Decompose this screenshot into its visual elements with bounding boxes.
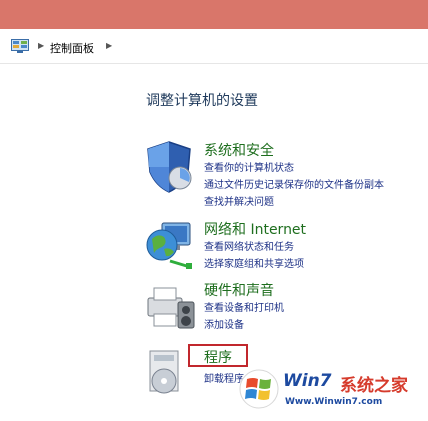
link-view-computer-status[interactable]: 查看你的计算机状态 [204,159,294,174]
category-title[interactable]: 网络和 Internet [204,219,306,239]
category-hardware-sound: 硬件和声音 查看设备和打印机 添加设备 [142,280,428,340]
network-globe-icon[interactable] [142,219,197,274]
control-panel-icon [11,39,29,53]
category-system-security: 系统和安全 查看你的计算机状态 通过文件历史记录保存你的文件备份副本 查找并解决… [142,140,428,210]
link-find-fix-problems[interactable]: 查找并解决问题 [204,193,274,208]
category-title[interactable]: 系统和安全 [204,140,274,160]
windows-logo-icon [239,369,279,409]
watermark-brand-cn: 系统之家 [340,376,408,396]
link-network-status[interactable]: 查看网络状态和任务 [204,238,294,253]
category-title[interactable]: 程序 [204,347,232,367]
shield-icon[interactable] [142,140,197,195]
link-add-device[interactable]: 添加设备 [204,316,244,331]
breadcrumb-chevron-icon[interactable]: ▶ [106,41,112,50]
watermark: Win7 系统之家 Www.Winwin7.com [235,365,425,420]
watermark-url: Www.Winwin7.com [285,397,383,407]
printer-icon[interactable] [142,280,197,335]
category-title[interactable]: 硬件和声音 [204,280,274,300]
window-titlebar [0,0,428,29]
link-devices-printers[interactable]: 查看设备和打印机 [204,299,284,314]
address-bar[interactable]: ▶ 控制面板 ▶ [0,29,428,64]
link-homegroup-sharing[interactable]: 选择家庭组和共享选项 [204,255,304,270]
breadcrumb-separator-icon[interactable]: ▶ [38,41,44,50]
page-title: 调整计算机的设置 [146,93,258,109]
category-network-internet: 网络和 Internet 查看网络状态和任务 选择家庭组和共享选项 [142,219,428,279]
breadcrumb-control-panel[interactable]: 控制面板 [50,40,94,56]
watermark-brand: Win7 [283,371,332,391]
link-file-history-backup[interactable]: 通过文件历史记录保存你的文件备份副本 [204,176,384,191]
